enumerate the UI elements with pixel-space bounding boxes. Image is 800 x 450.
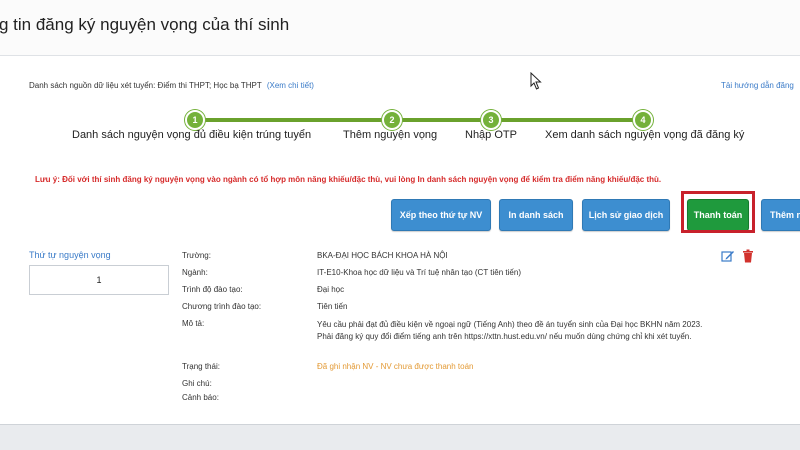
level-label: Trình độ đào tạo: — [182, 285, 243, 294]
header-bar: g tin đăng ký nguyện vọng của thí sinh — [0, 0, 800, 56]
program-value: Tiên tiến — [317, 302, 348, 311]
download-guide-link[interactable]: Tải hướng dẫn đăng — [721, 81, 794, 90]
step-1-circle: 1 — [185, 110, 205, 130]
step-3-label[interactable]: Nhập OTP — [465, 129, 517, 141]
transaction-history-button[interactable]: Lịch sử giao dịch — [582, 199, 670, 231]
step-4-circle: 4 — [633, 110, 653, 130]
major-value: IT-E10-Khoa học dữ liệu và Trí tuệ nhân … — [317, 268, 521, 277]
notes-label: Ghi chú: — [182, 379, 212, 388]
status-value: Đã ghi nhận NV - NV chưa được thanh toán — [317, 362, 474, 371]
edit-icon[interactable] — [721, 249, 735, 263]
major-label: Ngành: — [182, 268, 208, 277]
description-label: Mô tả: — [182, 319, 205, 328]
description-value: Yêu cầu phải đạt đủ điều kiện về ngoại n… — [317, 320, 703, 341]
school-label: Trường: — [182, 251, 211, 260]
pay-button-highlight — [681, 191, 755, 233]
add-button[interactable]: Thêm n — [761, 199, 800, 231]
bottom-text — [0, 432, 800, 450]
step-3-circle: 3 — [481, 110, 501, 130]
sort-button[interactable]: Xếp theo thứ tự NV — [391, 199, 491, 231]
warning-label: Cảnh báo: — [182, 393, 219, 402]
step-4-label[interactable]: Xem danh sách nguyện vọng đã đăng ký — [545, 129, 744, 141]
print-list-button[interactable]: In danh sách — [499, 199, 573, 231]
school-value: BKA-ĐẠI HỌC BÁCH KHOA HÀ NỘI — [317, 251, 448, 260]
page-title: g tin đăng ký nguyện vọng của thí sinh — [0, 15, 290, 34]
status-label: Trạng thái: — [182, 362, 220, 371]
step-1-label[interactable]: Danh sách nguyện vọng đủ điều kiện trúng… — [72, 129, 311, 141]
warning-note: Lưu ý: Đối với thí sinh đăng ký nguyện v… — [35, 175, 662, 184]
mouse-pointer-icon — [530, 71, 542, 93]
order-label: Thứ tự nguyện vọng — [29, 250, 111, 260]
step-line — [195, 118, 643, 122]
order-input[interactable]: 1 — [29, 265, 169, 295]
trash-icon[interactable] — [742, 249, 756, 263]
main-panel: g tin đăng ký nguyện vọng của thí sinh D… — [0, 0, 800, 425]
source-label: Danh sách nguồn dữ liệu xét tuyển: Điểm … — [29, 81, 262, 90]
source-detail-link[interactable]: (Xem chi tiết) — [267, 81, 314, 90]
source-list: Danh sách nguồn dữ liệu xét tuyển: Điểm … — [29, 81, 314, 90]
program-label: Chương trình đào tạo: — [182, 302, 262, 311]
step-2-circle: 2 — [382, 110, 402, 130]
level-value: Đại học — [317, 285, 345, 294]
step-2-label[interactable]: Thêm nguyện vọng — [343, 129, 437, 141]
